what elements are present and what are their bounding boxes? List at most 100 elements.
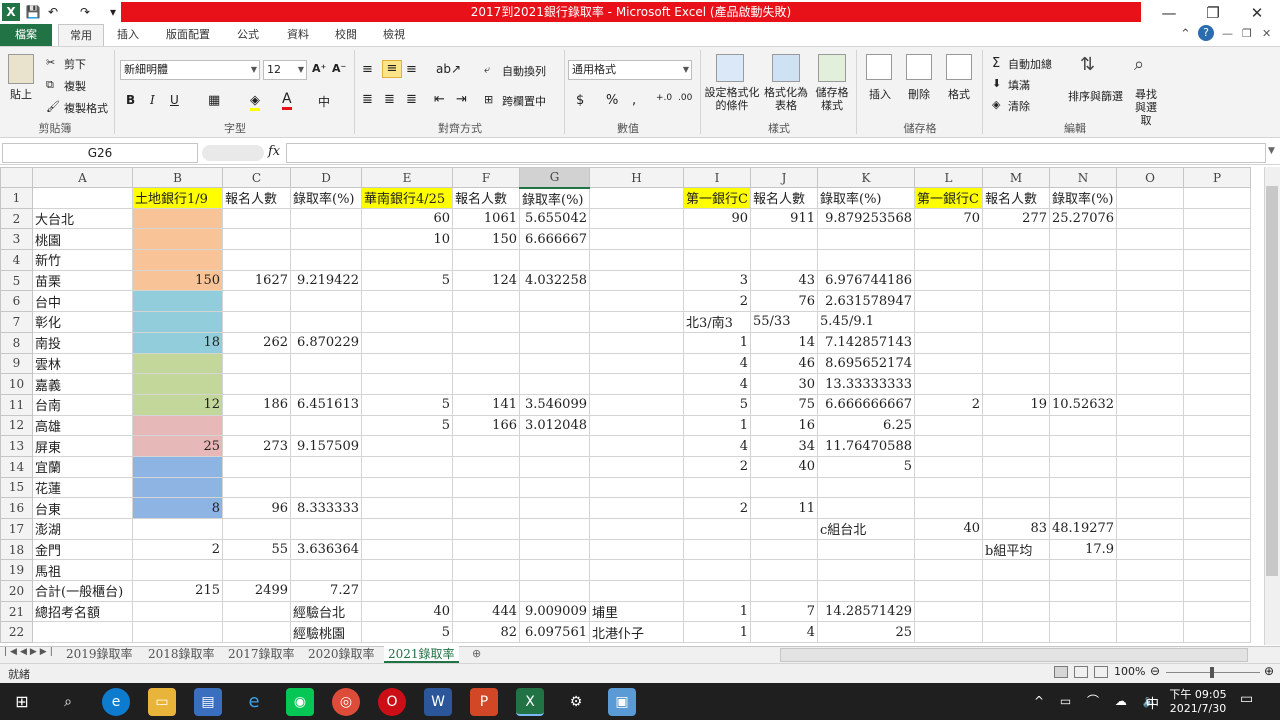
cell[interactable] — [519, 331, 590, 354]
cell[interactable] — [1116, 455, 1185, 478]
format-table-button[interactable]: 格式化為表格 — [764, 86, 808, 112]
cell[interactable] — [589, 580, 684, 602]
cell[interactable] — [222, 352, 291, 375]
cell[interactable] — [1116, 580, 1185, 602]
cell[interactable]: 1 — [683, 331, 751, 354]
cell[interactable]: 新竹 — [32, 249, 133, 271]
cell[interactable] — [519, 290, 590, 313]
cell[interactable]: 30 — [750, 373, 818, 395]
cell[interactable] — [914, 311, 983, 333]
cell[interactable] — [1116, 497, 1185, 519]
cell[interactable]: 報名人數 — [750, 187, 818, 209]
row-header[interactable]: 15 — [0, 476, 33, 499]
cell[interactable]: 10.52632 — [1048, 393, 1118, 416]
cell[interactable] — [132, 249, 223, 271]
cell[interactable] — [914, 455, 983, 478]
cell[interactable] — [914, 249, 983, 271]
cell[interactable] — [589, 352, 684, 375]
cell[interactable] — [1048, 311, 1118, 333]
column-header[interactable]: P — [1183, 167, 1252, 188]
cell[interactable]: 3 — [683, 269, 751, 292]
cell[interactable] — [817, 249, 915, 271]
sheet-nav-icons[interactable]: |◀◀▶▶| — [4, 647, 56, 657]
cell[interactable] — [1116, 414, 1185, 437]
cell[interactable] — [1116, 187, 1185, 209]
cell[interactable] — [1183, 435, 1252, 457]
cell[interactable] — [817, 559, 915, 582]
row-header[interactable]: 19 — [0, 559, 33, 582]
ribbon-collapse-icon[interactable]: ⌃ — [1180, 27, 1191, 42]
cell[interactable] — [361, 331, 453, 354]
align-left-icon[interactable]: ≣ — [362, 92, 373, 107]
cell[interactable]: 第一銀行C — [914, 187, 983, 209]
cell[interactable] — [1116, 621, 1185, 644]
cell[interactable] — [914, 559, 983, 582]
cell[interactable]: 150 — [132, 269, 223, 292]
cell[interactable] — [452, 331, 520, 354]
cell[interactable] — [452, 497, 520, 519]
cell[interactable]: 第一銀行C — [683, 187, 751, 209]
cell[interactable]: 10 — [361, 228, 453, 251]
cell[interactable]: 錄取率(%) — [290, 187, 362, 209]
cell[interactable] — [589, 331, 684, 354]
cell[interactable] — [290, 559, 362, 582]
cell[interactable]: 11 — [750, 497, 818, 519]
powerpoint-icon[interactable]: P — [470, 688, 498, 716]
cell[interactable]: 澎湖 — [32, 518, 133, 540]
column-header[interactable]: M — [982, 167, 1050, 188]
cell[interactable] — [519, 580, 590, 602]
cell[interactable] — [982, 290, 1050, 313]
formula-input[interactable] — [286, 143, 1266, 163]
cell[interactable] — [589, 373, 684, 395]
clock-time[interactable]: 下午 09:05 — [1168, 686, 1228, 702]
cell[interactable]: 14 — [750, 331, 818, 354]
cell[interactable]: 13.33333333 — [817, 373, 915, 395]
cell[interactable]: 6.870229 — [290, 331, 362, 354]
cell[interactable] — [750, 249, 818, 271]
phonetic-icon[interactable]: 中 — [318, 93, 330, 110]
cell[interactable]: 40 — [914, 518, 983, 540]
cell[interactable]: 75 — [750, 393, 818, 416]
cell[interactable]: 273 — [222, 435, 291, 457]
cell[interactable] — [589, 476, 684, 499]
cell[interactable] — [132, 373, 223, 395]
cell[interactable]: 90 — [683, 207, 751, 230]
cell[interactable] — [1116, 538, 1185, 561]
column-header[interactable]: J — [750, 167, 818, 188]
cell[interactable] — [982, 414, 1050, 437]
cell[interactable]: 141 — [452, 393, 520, 416]
column-header[interactable]: N — [1048, 167, 1118, 188]
cell[interactable] — [452, 580, 520, 602]
column-header[interactable]: D — [290, 167, 362, 188]
cell[interactable]: 11.76470588 — [817, 435, 915, 457]
cell[interactable] — [1048, 621, 1118, 644]
cell[interactable]: 262 — [222, 331, 291, 354]
cell[interactable]: 16 — [750, 414, 818, 437]
cell[interactable] — [1116, 373, 1185, 395]
format-table-icon[interactable] — [772, 54, 800, 82]
cell[interactable]: 大台北 — [32, 207, 133, 230]
column-header[interactable]: E — [361, 167, 453, 188]
cell[interactable] — [1183, 538, 1252, 561]
cell[interactable]: 錄取率(%) — [817, 187, 915, 209]
sheet-tab-2020[interactable]: 2020錄取率 — [304, 646, 379, 663]
cell[interactable] — [683, 580, 751, 602]
cell[interactable] — [982, 497, 1050, 519]
italic-button[interactable]: I — [150, 93, 155, 107]
row-header[interactable]: 1 — [0, 187, 33, 209]
cell[interactable] — [1183, 580, 1252, 602]
cell[interactable]: 9.219422 — [290, 269, 362, 292]
increase-decimal-icon[interactable]: +.0 — [656, 93, 672, 103]
cell[interactable] — [982, 435, 1050, 457]
sheet-tab-2018[interactable]: 2018錄取率 — [144, 646, 219, 663]
row-header[interactable]: 17 — [0, 518, 33, 540]
cell[interactable] — [1116, 476, 1185, 499]
cell[interactable] — [1048, 249, 1118, 271]
chrome-icon[interactable]: ◎ — [332, 688, 360, 716]
cell[interactable] — [1183, 455, 1252, 478]
cell[interactable]: 96 — [222, 497, 291, 519]
file-explorer-icon[interactable]: ▭ — [148, 688, 176, 716]
cell[interactable] — [589, 414, 684, 437]
cell[interactable] — [452, 455, 520, 478]
cell[interactable] — [589, 435, 684, 457]
